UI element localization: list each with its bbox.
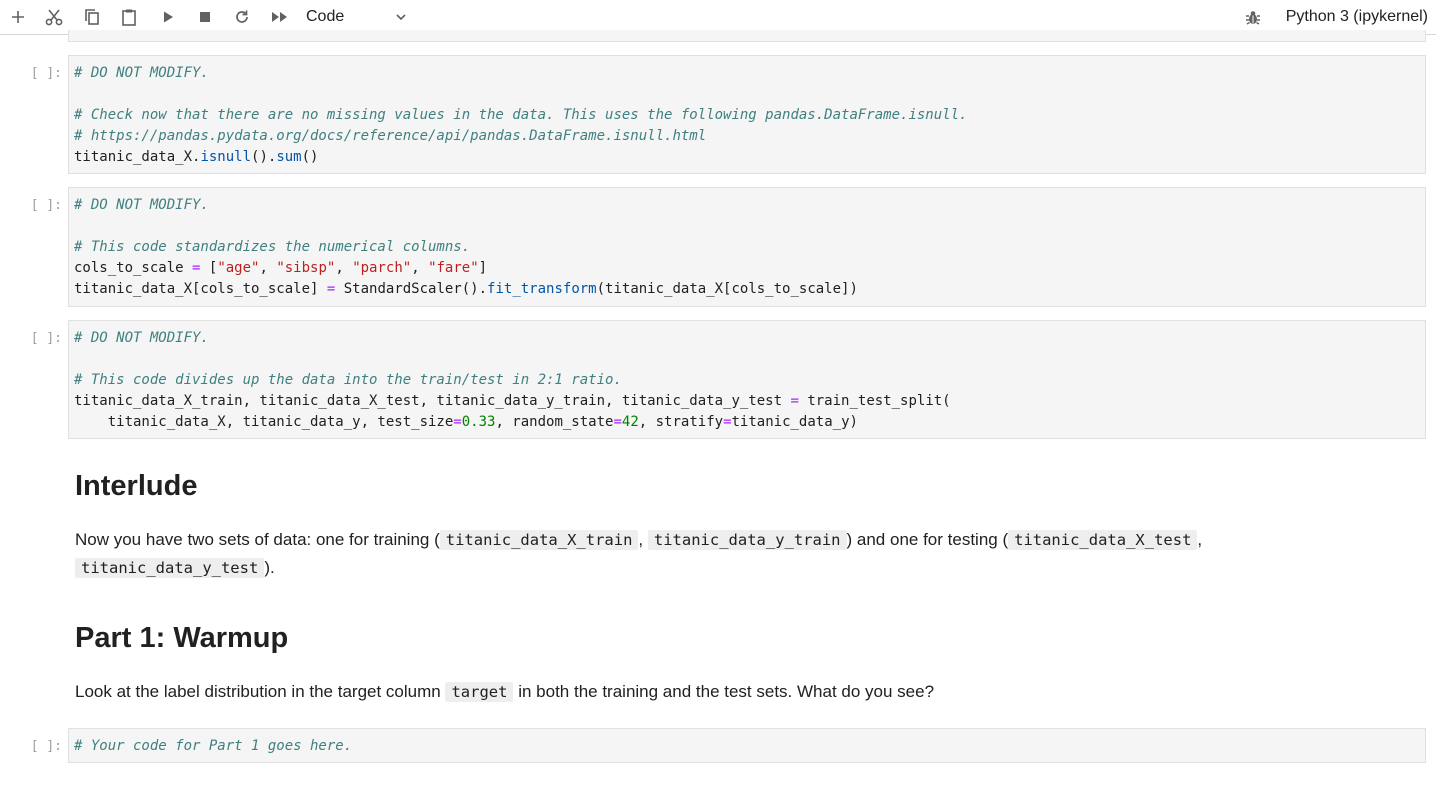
chevron-down-icon [396, 14, 406, 21]
code-cell-train-test-split[interactable]: # DO NOT MODIFY. # This code divides up … [68, 320, 1426, 439]
code-line: # Your code for Part 1 goes here. [74, 738, 353, 754]
inline-code: titanic_data_y_test [75, 558, 265, 578]
refresh-icon [236, 10, 248, 23]
code-line: titanic_data_X, titanic_data_y, test_siz… [74, 414, 858, 430]
inline-code: titanic_data_y_train [647, 530, 847, 550]
cell-prompt: [ ]: [30, 198, 62, 213]
code-line: # https://pandas.pydata.org/docs/referen… [74, 128, 707, 144]
code-line: titanic_data_X_train, titanic_data_X_tes… [74, 393, 951, 409]
code-line: # This code standardizes the numerical c… [74, 239, 471, 255]
code-line: cols_to_scale = ["age", "sibsp", "parch"… [74, 260, 488, 276]
inline-code: titanic_data_X_test [1008, 530, 1198, 550]
text: , [638, 530, 644, 549]
code-line: # DO NOT MODIFY. [74, 65, 209, 81]
code-line: titanic_data_X.isnull().sum() [74, 149, 319, 165]
restart-button[interactable] [228, 4, 256, 30]
text: , [1197, 530, 1203, 549]
inline-code: titanic_data_X_train [439, 530, 639, 550]
text: in both the training and the test sets. … [518, 682, 935, 701]
code-cell-part1[interactable]: # Your code for Part 1 goes here. [68, 728, 1426, 763]
play-icon [164, 11, 173, 23]
clipboard-icon [122, 9, 136, 26]
previous-code-cell[interactable] [68, 30, 1426, 42]
code-cell-missing-values[interactable]: # DO NOT MODIFY. # Check now that there … [68, 55, 1426, 174]
code-cell-standardize[interactable]: # DO NOT MODIFY. # This code standardize… [68, 187, 1426, 307]
code-line: # Check now that there are no missing va… [74, 107, 968, 123]
cut-button[interactable] [40, 4, 68, 30]
text: Look at the label distribution in the ta… [75, 682, 441, 701]
bug-icon [1246, 11, 1260, 25]
code-line: # DO NOT MODIFY. [74, 330, 209, 346]
kernel-name[interactable]: Python 3 (ipykernel) [1286, 8, 1428, 26]
cell-type-value: Code [306, 8, 345, 25]
text: ) and one for testing ( [846, 530, 1009, 549]
cell-prompt: [ ]: [30, 66, 62, 81]
run-button[interactable] [154, 4, 182, 30]
cell-prompt: [ ]: [30, 739, 62, 754]
cell-prompt: [ ]: [30, 331, 62, 346]
paste-button[interactable] [115, 4, 143, 30]
code-line: titanic_data_X[cols_to_scale] = Standard… [74, 281, 858, 297]
stop-button[interactable] [191, 4, 219, 30]
interlude-paragraph: Now you have two sets of data: one for t… [75, 526, 1415, 582]
inline-code: target [445, 682, 514, 702]
fast-forward-icon [272, 12, 287, 22]
restart-run-all-button[interactable] [266, 4, 294, 30]
cell-type-select[interactable]: Code [306, 4, 412, 30]
scissors-icon [45, 9, 63, 26]
copy-icon [85, 9, 99, 25]
plus-icon [12, 11, 24, 23]
text: ). [264, 558, 275, 577]
code-line: # DO NOT MODIFY. [74, 197, 209, 213]
text: Now you have two sets of data: one for t… [75, 530, 440, 549]
add-cell-button[interactable] [4, 4, 32, 30]
part1-paragraph: Look at the label distribution in the ta… [75, 678, 1415, 706]
interlude-heading: Interlude [75, 470, 198, 502]
code-line: # This code divides up the data into the… [74, 372, 622, 388]
stop-icon [200, 12, 210, 22]
part1-heading: Part 1: Warmup [75, 622, 289, 654]
copy-button[interactable] [78, 4, 106, 30]
